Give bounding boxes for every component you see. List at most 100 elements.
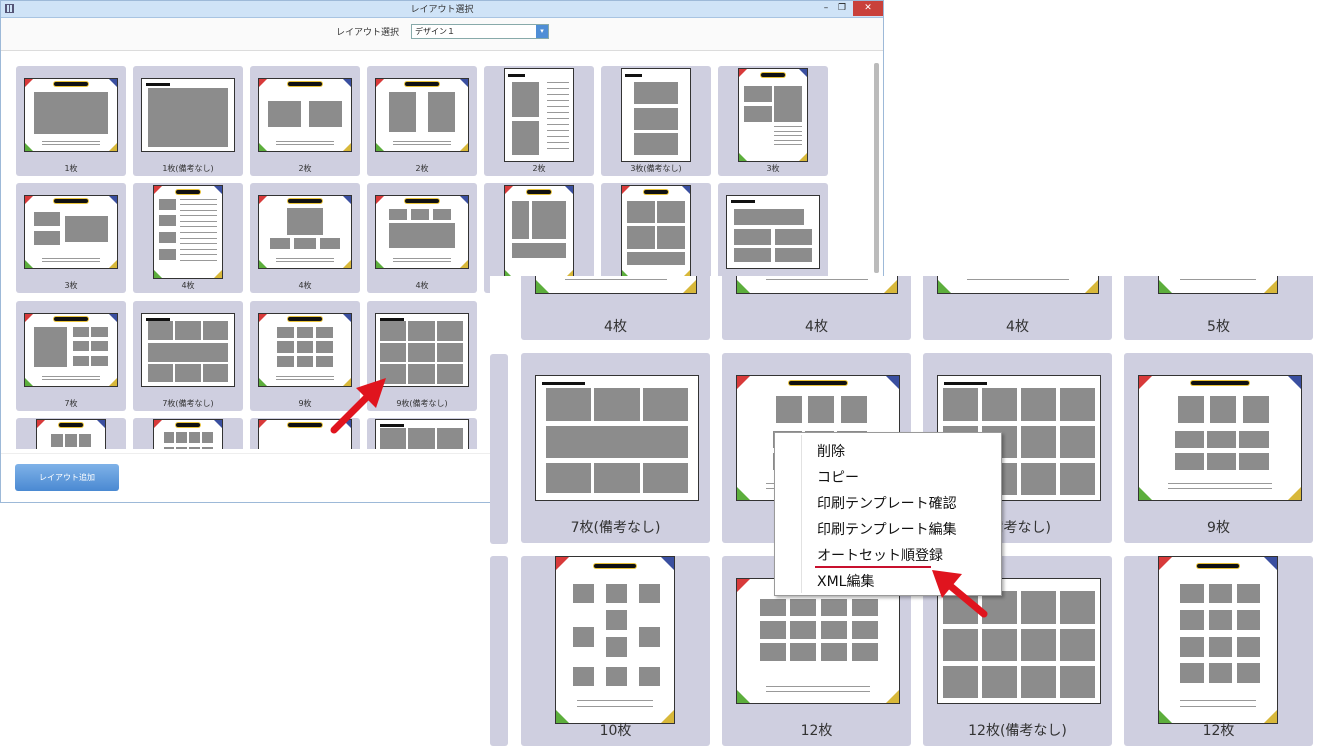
layout-tile[interactable]: 3枚 bbox=[16, 183, 126, 293]
photo-slot bbox=[72, 341, 90, 352]
photo-slot bbox=[50, 434, 63, 447]
corner-bl-icon bbox=[259, 260, 267, 268]
add-layout-button[interactable]: レイアウト追加 bbox=[15, 464, 119, 491]
photo-slot bbox=[511, 200, 530, 240]
photo-slot bbox=[159, 232, 176, 244]
layout-tile[interactable]: 1枚 bbox=[16, 66, 126, 176]
photo-slot bbox=[545, 425, 689, 458]
minimize-button[interactable]: – bbox=[819, 1, 833, 16]
tile-label: 3枚 bbox=[766, 164, 780, 173]
tile-label: 2枚 bbox=[415, 164, 429, 173]
layout-tile[interactable]: 12枚 bbox=[1124, 556, 1313, 746]
layout-tile[interactable]: 4枚 bbox=[367, 183, 477, 293]
menu-item-xml-edit[interactable]: XML編集 bbox=[817, 571, 874, 591]
photo-slot bbox=[433, 208, 452, 221]
text-line bbox=[179, 209, 217, 211]
header-bar bbox=[175, 189, 201, 194]
layout-tile[interactable]: 10枚 bbox=[521, 556, 710, 746]
maximize-button[interactable]: ❐ bbox=[835, 1, 849, 16]
caption-line bbox=[765, 278, 869, 280]
corner-tl-icon bbox=[1139, 376, 1152, 389]
layout-preview bbox=[141, 313, 235, 387]
layout-tile[interactable]: 4枚 bbox=[133, 183, 243, 293]
photo-slot bbox=[775, 395, 802, 424]
layout-tile[interactable]: 5枚 bbox=[1124, 276, 1313, 340]
caption-line bbox=[766, 690, 870, 692]
photo-slot bbox=[852, 621, 878, 639]
photo-slot bbox=[774, 85, 802, 123]
photo-slot bbox=[821, 621, 848, 639]
header-bar bbox=[624, 73, 643, 77]
chevron-down-icon[interactable]: ▾ bbox=[536, 25, 548, 38]
photo-slot bbox=[296, 341, 314, 353]
corner-bl-icon bbox=[259, 378, 267, 386]
layout-preview bbox=[258, 195, 352, 269]
close-button[interactable]: ✕ bbox=[853, 1, 883, 16]
layout-preview bbox=[24, 195, 118, 269]
photo-slot bbox=[1174, 452, 1204, 471]
photo-slot bbox=[202, 321, 229, 340]
corner-tl-icon bbox=[154, 186, 162, 194]
menu-item-template-check[interactable]: 印刷テンプレート確認 bbox=[817, 493, 957, 513]
caption-line bbox=[41, 375, 101, 377]
corner-br-icon bbox=[884, 280, 897, 293]
layout-select-label: レイアウト選択 bbox=[336, 28, 400, 38]
layout-tile[interactable]: 7枚(備考なし) bbox=[521, 353, 710, 543]
layout-tile[interactable]: 3枚 bbox=[718, 66, 828, 176]
photo-slot bbox=[34, 211, 60, 227]
menu-item-autoset-order[interactable]: オートセット順登録 bbox=[817, 545, 943, 565]
corner-bl-icon bbox=[25, 260, 33, 268]
menu-item-copy[interactable]: コピー bbox=[817, 467, 859, 487]
corner-bl-icon bbox=[376, 260, 384, 268]
photo-slot bbox=[277, 341, 294, 353]
tile-label: 3枚 bbox=[64, 281, 78, 290]
photo-slot bbox=[1236, 663, 1261, 684]
layout-tile[interactable]: 2枚 bbox=[484, 66, 594, 176]
layout-tile[interactable]: 4枚 bbox=[521, 276, 710, 340]
design-select[interactable]: デザイン１ ▾ bbox=[411, 24, 549, 39]
header-bar bbox=[730, 199, 755, 203]
corner-bl-icon bbox=[1159, 280, 1172, 293]
photo-slot bbox=[634, 107, 678, 130]
layout-tile[interactable]: 7枚 bbox=[16, 301, 126, 411]
layout-tile[interactable]: 2枚 bbox=[367, 66, 477, 176]
photo-slot bbox=[545, 388, 592, 421]
layout-tile[interactable]: 7枚(備考なし) bbox=[133, 301, 243, 411]
menu-item-delete[interactable]: 削除 bbox=[817, 441, 845, 461]
menu-item-template-edit[interactable]: 印刷テンプレート編集 bbox=[817, 519, 957, 539]
photo-slot bbox=[270, 237, 291, 250]
corner-tr-icon bbox=[109, 79, 117, 87]
caption-line bbox=[275, 140, 335, 142]
photo-slot bbox=[159, 248, 176, 260]
vertical-scrollbar[interactable] bbox=[874, 63, 879, 273]
layout-preview bbox=[937, 276, 1099, 294]
photo-slot bbox=[657, 226, 685, 249]
photo-slot bbox=[1174, 430, 1204, 448]
layout-tile[interactable]: 2枚 bbox=[250, 66, 360, 176]
layout-tile[interactable]: 1枚(備考なし) bbox=[133, 66, 243, 176]
corner-tr-icon bbox=[460, 196, 468, 204]
corner-tr-icon bbox=[460, 79, 468, 87]
layout-tile[interactable]: 4枚 bbox=[250, 183, 360, 293]
corner-br-icon bbox=[460, 143, 468, 151]
corner-br-icon bbox=[343, 260, 351, 268]
header-bar bbox=[379, 317, 404, 321]
header-bar bbox=[288, 198, 322, 203]
header-bar bbox=[593, 563, 637, 568]
caption-line bbox=[1168, 487, 1272, 489]
layout-tile[interactable]: 4枚 bbox=[923, 276, 1112, 340]
layout-tile[interactable] bbox=[133, 418, 243, 449]
photo-slot bbox=[511, 81, 539, 117]
layout-tile[interactable] bbox=[16, 418, 126, 449]
corner-tr-icon bbox=[799, 69, 807, 77]
layout-tile[interactable]: 9枚 bbox=[1124, 353, 1313, 543]
layout-preview bbox=[736, 578, 900, 704]
photo-slot bbox=[1059, 388, 1096, 421]
layout-preview bbox=[621, 185, 691, 279]
corner-bl-icon bbox=[737, 280, 750, 293]
caption-line bbox=[275, 375, 335, 377]
layout-tile[interactable]: 3枚(備考なし) bbox=[601, 66, 711, 176]
photo-slot bbox=[942, 388, 979, 421]
layout-tile[interactable]: 4枚 bbox=[722, 276, 911, 340]
header-bar bbox=[405, 198, 439, 203]
